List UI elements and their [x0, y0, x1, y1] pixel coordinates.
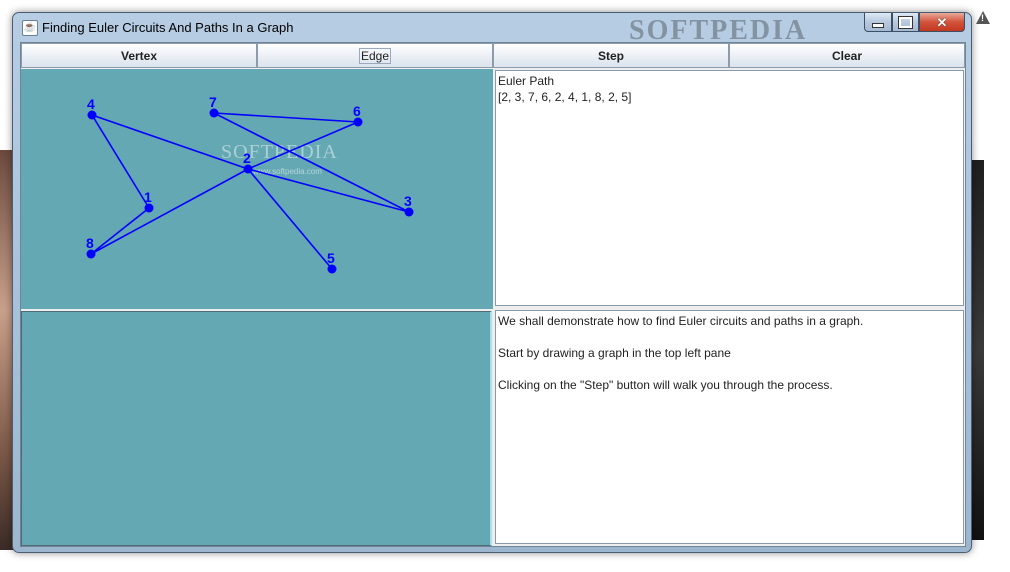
graph-drawing-pane[interactable]: SOFTPEDIA www.softpedia.com 12345678 [21, 69, 493, 309]
graph-vertex-label: 2 [243, 150, 251, 166]
vertex-button[interactable]: Vertex [21, 43, 257, 68]
graph-edge-8-2 [90, 168, 249, 255]
graph-vertex-label: 6 [353, 103, 361, 119]
graph-edge-2-5 [247, 168, 333, 270]
graph-canvas[interactable]: 1 2 3 4 5 6 7 8 [21, 69, 493, 309]
minimize-button[interactable] [864, 13, 892, 32]
window-title: Finding Euler Circuits And Paths In a Gr… [42, 20, 294, 35]
edge-button-label: Edge [358, 47, 392, 64]
step-visualization-pane[interactable] [21, 311, 492, 546]
minimize-icon [872, 22, 884, 28]
app-window: ☕ Finding Euler Circuits And Paths In a … [12, 12, 972, 553]
client-area: Vertex Edge Step Clear SOFTPEDIA www.sof… [20, 42, 966, 547]
graph-vertex-label: 7 [209, 94, 217, 110]
maximize-icon [898, 15, 913, 29]
result-heading: Euler Path [498, 74, 555, 88]
edge-button[interactable]: Edge [257, 43, 493, 68]
clear-button-label: Clear [831, 48, 863, 63]
title-bar[interactable]: ☕ Finding Euler Circuits And Paths In a … [13, 13, 971, 46]
window-controls: ✕ [864, 13, 965, 33]
graph-edge-1-8 [90, 207, 150, 255]
graph-edge-4-1 [91, 114, 150, 209]
euler-path-sequence: [2, 3, 7, 6, 2, 4, 1, 8, 2, 5] [498, 90, 632, 104]
graph-vertex-label: 8 [86, 235, 94, 251]
step-button-label: Step [597, 48, 624, 63]
instructions-text-pane[interactable]: We shall demonstrate how to find Euler c… [495, 310, 964, 544]
graph-vertex-label: 4 [87, 96, 95, 112]
maximize-button[interactable] [892, 13, 919, 32]
result-text-pane[interactable]: Euler Path [2, 3, 7, 6, 2, 4, 1, 8, 2, 5… [495, 70, 964, 306]
graph-edge-6-2 [247, 121, 359, 170]
instruction-line-3: Clicking on the "Step" button will walk … [498, 378, 833, 392]
graph-vertex-label: 3 [404, 193, 412, 209]
graph-vertex-label: 5 [327, 250, 335, 266]
graph-vertex-label: 1 [144, 189, 152, 205]
close-button[interactable]: ✕ [919, 13, 965, 32]
graph-edge-2-4 [91, 114, 249, 170]
java-app-icon[interactable]: ☕ [22, 20, 38, 36]
toolbar: Vertex Edge Step Clear [21, 43, 965, 69]
graph-edge-2-3 [247, 168, 410, 213]
warning-icon: ! [976, 11, 990, 24]
clear-button[interactable]: Clear [729, 43, 965, 68]
close-icon: ✕ [936, 14, 948, 30]
graph-edge-7-6 [213, 112, 359, 123]
instruction-line-2: Start by drawing a graph in the top left… [498, 346, 731, 360]
vertex-button-label: Vertex [120, 48, 158, 63]
step-button[interactable]: Step [493, 43, 729, 68]
instruction-line-1: We shall demonstrate how to find Euler c… [498, 314, 864, 328]
